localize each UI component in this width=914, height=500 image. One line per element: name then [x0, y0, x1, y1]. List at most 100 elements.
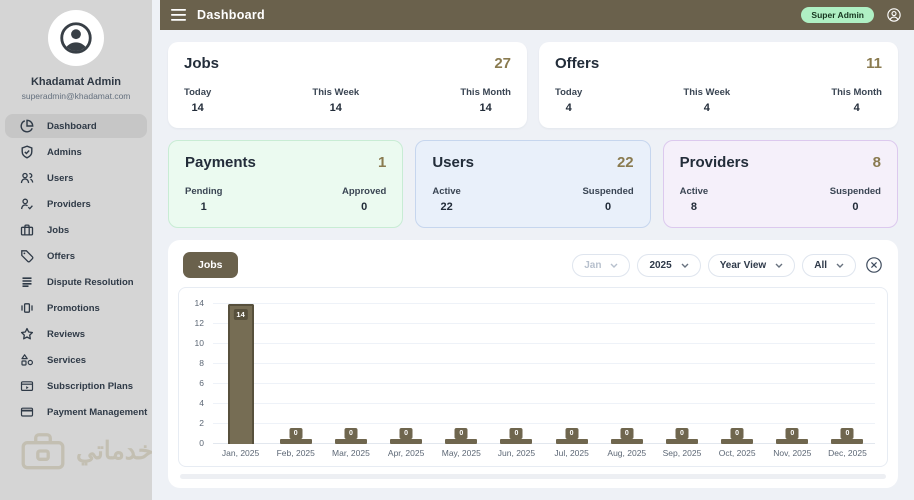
- sidebar-item-users[interactable]: Users: [5, 166, 147, 190]
- y-tick-label: 10: [194, 338, 204, 348]
- bar-value-label: 0: [565, 428, 579, 439]
- jobs-tab-button[interactable]: Jobs: [183, 252, 238, 278]
- bar[interactable]: [445, 439, 478, 444]
- bar[interactable]: [665, 439, 698, 444]
- metric-label: Approved: [341, 186, 387, 197]
- chart-filters: Jan 2025 Year View All: [572, 253, 883, 277]
- top-header-bar: Dashboard Super Admin: [160, 0, 914, 30]
- metric-value: 22: [440, 201, 453, 213]
- credit-card-icon: [20, 407, 34, 417]
- sidebar-item-services[interactable]: Services: [5, 348, 147, 372]
- bar[interactable]: [500, 439, 533, 444]
- bar-value-label: 14: [233, 309, 248, 320]
- briefcase-icon: [20, 224, 34, 236]
- chart-toolbar: Jobs Jan 2025 Year View All: [183, 252, 883, 278]
- metric-suspended: Suspended 0: [830, 186, 881, 213]
- metric-value: 14: [479, 102, 492, 114]
- metric-label: Today: [555, 87, 583, 98]
- sidebar-item-reviews[interactable]: Reviews: [5, 322, 147, 346]
- metric-today: Today 14: [184, 87, 211, 114]
- bars-container: 14 0 0 0 0 0 0 0 0 0 0 0: [213, 304, 875, 444]
- metric-value: 4: [853, 102, 860, 114]
- sidebar-item-dispute-resolution[interactable]: Dispute Resolution: [5, 270, 147, 294]
- y-tick-label: 8: [199, 358, 204, 368]
- bar-column: 0: [544, 304, 599, 444]
- sidebar-item-dashboard[interactable]: Dashboard: [5, 114, 147, 138]
- month-filter-dropdown[interactable]: Jan: [572, 253, 631, 277]
- bar-value-label: 0: [620, 428, 634, 439]
- stats-row-2: Payments 1 Pending 1 Approved 0 Users 22…: [168, 140, 898, 228]
- profile-icon[interactable]: [886, 7, 902, 23]
- sidebar-item-label: Jobs: [47, 224, 70, 236]
- bar[interactable]: 14: [227, 304, 254, 444]
- payments-stat-card: Payments 1 Pending 1 Approved 0: [168, 140, 404, 228]
- view-mode-dropdown[interactable]: Year View: [707, 253, 796, 277]
- providers-stat-card: Providers 8 Active 8 Suspended 0: [662, 140, 898, 228]
- sidebar-item-payment-management[interactable]: Payment Management: [5, 400, 147, 424]
- sidebar: Khadamat Admin superadmin@khadamat.com D…: [0, 0, 153, 500]
- avatar: [48, 10, 104, 66]
- metric-label: Suspended: [829, 186, 881, 197]
- bar-value-label: 0: [785, 428, 799, 439]
- metric-label: This Month: [831, 87, 882, 98]
- sidebar-item-label: Dashboard: [47, 120, 97, 132]
- sidebar-menu: Dashboard Admins Users Providers Jobs Of…: [0, 114, 152, 424]
- metric-active: Active 22: [432, 186, 461, 213]
- metric-this-month: This Month 14: [460, 87, 511, 114]
- chevron-down-icon: [681, 263, 689, 268]
- y-tick-label: 14: [194, 298, 204, 308]
- bar-column: 0: [599, 304, 654, 444]
- bar-value-label: 0: [399, 428, 413, 439]
- metric-value: 0: [361, 201, 368, 213]
- sidebar-item-subscription-plans[interactable]: Subscription Plans: [5, 374, 147, 398]
- metric-this-month: This Month 4: [831, 87, 882, 114]
- bar[interactable]: [390, 439, 423, 444]
- card-total: 8: [872, 154, 881, 171]
- y-tick-label: 4: [199, 398, 204, 408]
- metric-pending: Pending 1: [185, 186, 222, 213]
- bar-column: 0: [765, 304, 820, 444]
- sidebar-item-promotions[interactable]: Promotions: [5, 296, 147, 320]
- x-axis-label: Mar, 2025: [332, 448, 370, 458]
- bar[interactable]: [279, 439, 312, 444]
- bar[interactable]: [610, 439, 643, 444]
- sidebar-item-label: Dispute Resolution: [47, 276, 134, 288]
- dropdown-value: Jan: [584, 259, 602, 271]
- status-filter-dropdown[interactable]: All: [802, 253, 856, 277]
- metric-value: 0: [852, 201, 859, 213]
- sidebar-user-name: Khadamat Admin: [30, 76, 122, 88]
- chart-horizontal-scrollbar[interactable]: [180, 474, 886, 479]
- shapes-icon: [21, 354, 33, 366]
- x-axis-label: Jan, 2025: [221, 448, 260, 458]
- card-total: 1: [377, 154, 387, 171]
- bar-value-label: 0: [730, 428, 744, 439]
- bar-value-label: 0: [675, 428, 689, 439]
- x-axis-label: Sep, 2025: [662, 448, 702, 458]
- year-filter-dropdown[interactable]: 2025: [637, 253, 701, 277]
- bar-column: 0: [323, 304, 378, 444]
- sidebar-item-offers[interactable]: Offers: [5, 244, 147, 268]
- hamburger-menu-icon[interactable]: [171, 9, 186, 21]
- sidebar-item-label: Services: [47, 354, 87, 366]
- khadamat-watermark: خدماتي: [14, 426, 153, 476]
- clear-filters-button[interactable]: [863, 256, 883, 274]
- role-badge: Super Admin: [801, 7, 874, 23]
- stacked-lines-icon: [22, 277, 32, 287]
- sidebar-item-admins[interactable]: Admins: [5, 140, 147, 164]
- bar-column: 0: [434, 304, 489, 444]
- metric-value: 0: [604, 201, 612, 213]
- bar[interactable]: [831, 439, 864, 444]
- card-total: 27: [494, 55, 511, 72]
- bar[interactable]: [334, 439, 367, 444]
- sidebar-item-providers[interactable]: Providers: [5, 192, 147, 216]
- bar[interactable]: [721, 439, 754, 444]
- bar[interactable]: [776, 439, 809, 444]
- sidebar-item-jobs[interactable]: Jobs: [5, 218, 147, 242]
- metric-label: This Week: [312, 87, 360, 98]
- sidebar-item-label: Payment Management: [47, 406, 148, 418]
- x-axis-label: Dec, 2025: [828, 448, 867, 458]
- bar[interactable]: [555, 439, 588, 444]
- metric-today: Today 4: [555, 87, 582, 114]
- bar-value-label: 0: [289, 428, 303, 439]
- main-area: Dashboard Super Admin Jobs 27 Today 14 T…: [152, 0, 914, 500]
